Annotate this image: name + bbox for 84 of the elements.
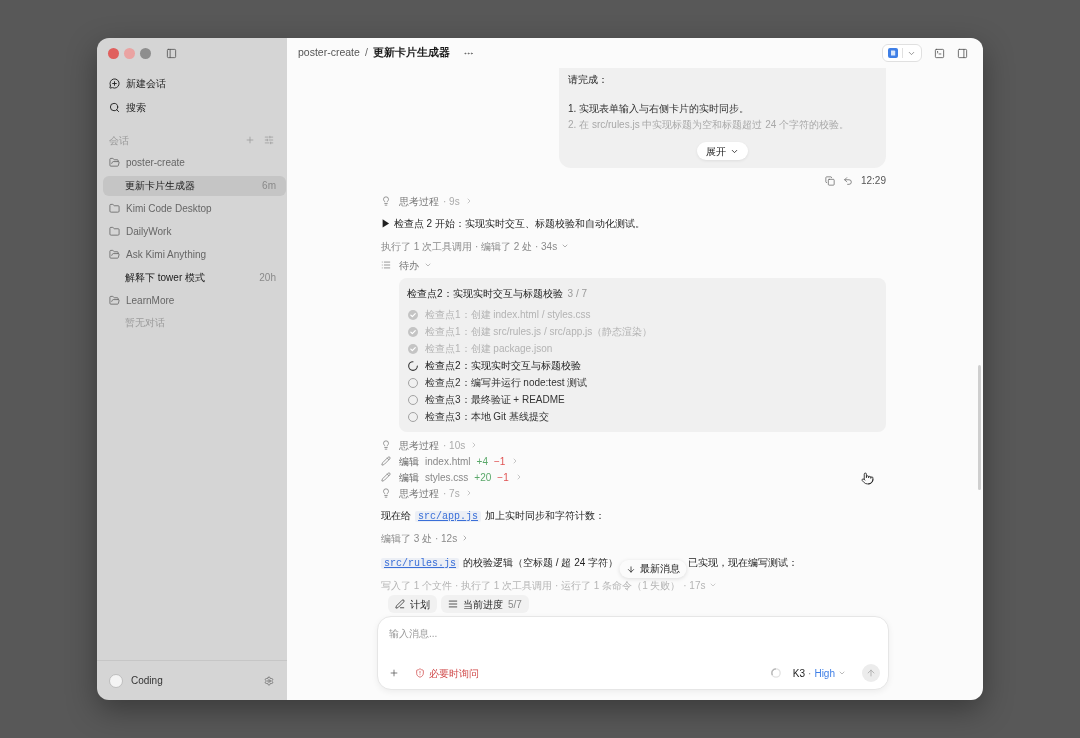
chip-button[interactable]: 当前进度 5/7 bbox=[441, 595, 529, 613]
todo-item: 检查点3：本地 Git 基线提交 bbox=[425, 410, 549, 424]
empty-circle-icon bbox=[408, 411, 418, 422]
thinking-toggle[interactable]: 思考过程 · 7s bbox=[381, 485, 473, 501]
add-icon[interactable] bbox=[389, 668, 399, 678]
folder-item[interactable]: Ask Kimi Anything bbox=[103, 243, 281, 266]
chevron-down-icon bbox=[838, 669, 846, 677]
message-time: 12:29 bbox=[860, 174, 886, 188]
panel-right-icon[interactable] bbox=[957, 47, 968, 59]
message-paragraph: 现在给 src/app.js 加上实时同步和字符计数： bbox=[381, 509, 606, 524]
model-selector[interactable]: K3 · High bbox=[792, 665, 846, 681]
message-input[interactable]: 输入消息... bbox=[389, 623, 877, 643]
activity-summary[interactable]: 编辑了 3 处 · 12s bbox=[381, 528, 470, 548]
folder-item[interactable]: DailyWork bbox=[103, 220, 281, 243]
chat-item[interactable]: 解释下 tower 模式 20h bbox=[103, 267, 286, 288]
edit-entry[interactable]: 编辑 styles.css +20 −1 bbox=[381, 469, 523, 485]
pen-icon bbox=[395, 599, 405, 609]
chat-plus-icon bbox=[109, 77, 120, 89]
shield-icon bbox=[415, 668, 425, 678]
avatar[interactable] bbox=[109, 673, 123, 688]
lines-icon bbox=[448, 599, 458, 609]
pencil-icon bbox=[381, 456, 391, 466]
close-window-icon[interactable] bbox=[108, 47, 119, 59]
scrollbar-thumb[interactable] bbox=[978, 365, 981, 490]
todo-item: 检查点3：最终验证 + README bbox=[425, 393, 565, 407]
app-switcher[interactable] bbox=[882, 44, 922, 62]
settings-icon[interactable] bbox=[264, 675, 274, 686]
message-composer[interactable]: 输入消息... 必要时询问 K3 · High bbox=[377, 616, 889, 690]
hand-cursor-icon bbox=[861, 472, 874, 485]
search-icon bbox=[109, 101, 120, 113]
todo-item: 检查点2：实现实时交互与标题校验 bbox=[425, 359, 581, 373]
arrow-down-icon bbox=[626, 564, 636, 574]
empty-circle-icon bbox=[408, 394, 418, 405]
todo-toggle[interactable]: 待办 bbox=[381, 256, 432, 274]
list-icon bbox=[381, 260, 391, 270]
todo-count: 3 / 7 bbox=[567, 286, 588, 301]
pencil-icon bbox=[381, 472, 391, 482]
check-circle-icon bbox=[408, 326, 418, 337]
app-logo-icon bbox=[888, 48, 898, 58]
search-button[interactable]: 搜索 bbox=[103, 95, 281, 119]
file-link[interactable]: src/rules.js bbox=[381, 558, 459, 569]
folder-item[interactable]: LearnMore bbox=[103, 289, 281, 312]
minimize-window-icon[interactable] bbox=[124, 47, 135, 59]
add-icon[interactable] bbox=[245, 135, 255, 145]
zoom-window-icon[interactable] bbox=[140, 47, 151, 59]
jump-to-latest-button[interactable]: 最新消息 bbox=[619, 560, 687, 579]
lightbulb-icon bbox=[381, 196, 391, 206]
progress-ring-icon[interactable] bbox=[770, 668, 781, 678]
lightbulb-icon bbox=[381, 440, 391, 450]
arrow-up-icon bbox=[866, 668, 876, 678]
chevron-down-icon bbox=[709, 581, 718, 589]
user-name: Coding bbox=[131, 674, 163, 688]
thinking-toggle[interactable]: 思考过程 · 10s bbox=[381, 437, 479, 453]
thinking-toggle[interactable]: 思考过程 · 9s bbox=[381, 193, 473, 209]
activity-summary[interactable]: 执行了 1 次工具调用 · 编辑了 2 处 · 34s bbox=[381, 236, 570, 256]
sliders-icon[interactable] bbox=[264, 135, 274, 145]
todo-item: 检查点2：编写并运行 node:test 测试 bbox=[425, 376, 588, 390]
breadcrumb-separator: / bbox=[364, 45, 368, 61]
undo-icon[interactable] bbox=[842, 175, 853, 186]
todo-title: 检查点2：实现实时交互与标题校验 bbox=[407, 286, 563, 301]
new-chat-button[interactable]: 新建会话 bbox=[103, 71, 281, 95]
edit-entry[interactable]: 编辑 index.html +4 −1 bbox=[381, 453, 520, 469]
permission-button[interactable]: 必要时询问 bbox=[415, 665, 479, 681]
copy-icon[interactable] bbox=[824, 175, 835, 186]
expand-button[interactable]: 展开 bbox=[697, 142, 748, 160]
send-button[interactable] bbox=[862, 664, 880, 682]
breadcrumb-item[interactable]: 更新卡片生成器 bbox=[372, 45, 450, 61]
chip-button[interactable]: 计划 bbox=[388, 595, 437, 613]
message-heading: 请完成： bbox=[568, 73, 609, 87]
message-paragraph: ▶ 检查点 2 开始：实现实时交互、标题校验和自动化测试。 bbox=[381, 217, 646, 231]
spinner-icon bbox=[408, 360, 418, 371]
check-circle-icon bbox=[408, 343, 418, 354]
chat-time: 20h bbox=[259, 271, 276, 285]
file-link[interactable]: src/app.js bbox=[415, 511, 481, 522]
sidebar-toggle-icon[interactable] bbox=[166, 47, 177, 59]
folder-item[interactable]: poster-create bbox=[103, 151, 281, 174]
message-line: 1. 实现表单输入与右侧卡片的实时同步。 bbox=[568, 102, 751, 116]
lightbulb-icon bbox=[381, 488, 391, 498]
folder-item[interactable]: Kimi Code Desktop bbox=[103, 197, 281, 220]
chevron-down-icon bbox=[561, 242, 570, 250]
check-circle-icon bbox=[408, 309, 418, 320]
breadcrumb-item[interactable]: poster-create bbox=[298, 45, 360, 61]
empty-circle-icon bbox=[408, 377, 418, 388]
terminal-icon[interactable] bbox=[934, 47, 945, 59]
